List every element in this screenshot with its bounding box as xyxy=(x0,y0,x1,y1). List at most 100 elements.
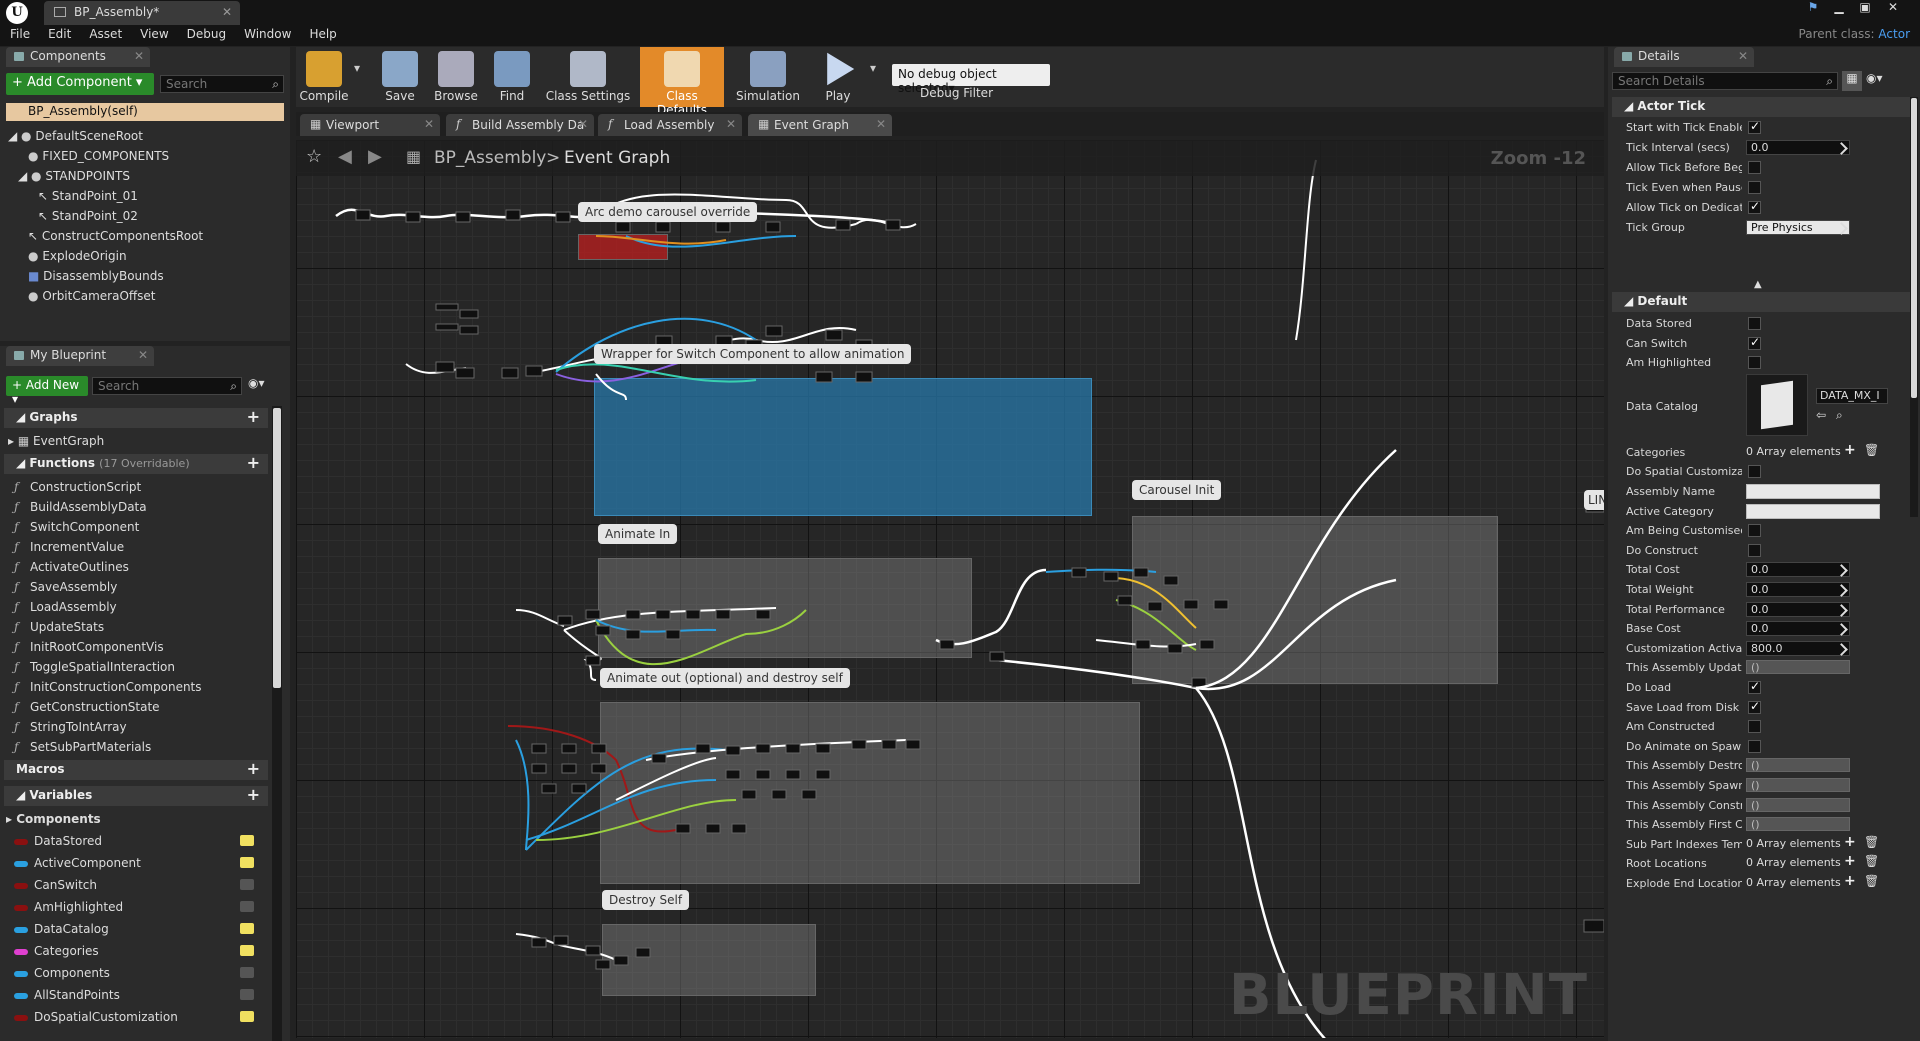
graph-node[interactable] xyxy=(541,783,557,794)
graph-node[interactable] xyxy=(655,221,671,233)
tree-item-standpoints[interactable]: ◢ ● STANDPOINTS xyxy=(18,169,130,183)
default-section[interactable]: ◢ Default xyxy=(1612,292,1916,312)
graph-node[interactable] xyxy=(531,743,547,754)
property-checkbox[interactable] xyxy=(1748,335,1761,350)
menu-view[interactable]: View xyxy=(130,25,176,41)
property-checkbox[interactable] xyxy=(1748,199,1761,214)
property-checkbox[interactable] xyxy=(1748,317,1761,330)
comment-title[interactable]: Carousel Init xyxy=(1132,480,1222,500)
graph-node[interactable] xyxy=(553,935,569,946)
graph-node[interactable] xyxy=(1583,919,1604,933)
graph-node[interactable] xyxy=(591,743,607,754)
graph-node[interactable] xyxy=(505,209,521,221)
graph-node[interactable] xyxy=(715,609,731,620)
document-tab[interactable]: BP_Assembly* ✕ xyxy=(44,1,240,25)
details-search-input[interactable]: Search Details ⌕ xyxy=(1612,72,1838,90)
compile-options-chevron-icon[interactable]: ▾ xyxy=(354,61,360,75)
function-item[interactable]: ƒ ActivateOutlines xyxy=(14,560,129,574)
browse-button[interactable]: Browse xyxy=(428,47,484,107)
add-function-icon[interactable]: + xyxy=(247,453,260,472)
variable-item[interactable]: DataCatalog xyxy=(14,922,270,936)
scrollbar-thumb[interactable] xyxy=(1911,98,1917,398)
menu-file[interactable]: File xyxy=(0,25,38,41)
parent-class-link[interactable]: Actor xyxy=(1878,27,1910,41)
close-icon[interactable]: ✕ xyxy=(876,117,886,131)
visibility-eye-icon[interactable] xyxy=(240,967,254,978)
graph-node[interactable] xyxy=(1117,595,1133,606)
variables-header[interactable]: ◢ Variables + xyxy=(4,785,268,806)
variable-item[interactable]: Components xyxy=(14,966,270,980)
graph-node[interactable] xyxy=(885,219,901,231)
visibility-eye-icon[interactable] xyxy=(240,879,254,890)
graph-node[interactable] xyxy=(741,789,757,800)
graph-node[interactable] xyxy=(905,739,921,750)
tree-item-fixed-components[interactable]: ● FIXED_COMPONENTS xyxy=(28,149,169,163)
close-icon[interactable]: ✕ xyxy=(138,348,148,362)
compile-button[interactable]: Compile xyxy=(296,47,352,107)
graph-node[interactable] xyxy=(755,769,771,780)
graph-node[interactable] xyxy=(1071,567,1087,578)
star-icon[interactable]: ☆ xyxy=(306,146,322,167)
browse-search-icon[interactable]: ⌕ xyxy=(1836,408,1843,423)
macros-header[interactable]: Macros + xyxy=(4,759,268,780)
graph-node[interactable] xyxy=(1199,639,1215,650)
property-number-field[interactable]: 0.0 xyxy=(1746,582,1850,597)
visibility-eye-icon[interactable] xyxy=(240,989,254,1000)
graph-node[interactable] xyxy=(731,823,747,834)
menu-window[interactable]: Window xyxy=(234,25,299,41)
visibility-eye-icon[interactable] xyxy=(240,945,254,956)
property-checkbox[interactable] xyxy=(1748,356,1761,370)
property-number-field[interactable]: 0.0 xyxy=(1746,601,1850,617)
menu-asset[interactable]: Asset xyxy=(79,25,130,41)
graph-node[interactable] xyxy=(585,609,601,620)
graph-node[interactable] xyxy=(815,371,833,383)
property-checkbox[interactable] xyxy=(1748,465,1761,479)
graph-node[interactable] xyxy=(835,219,851,231)
scrollbar-thumb[interactable] xyxy=(273,408,281,688)
property-checkbox[interactable] xyxy=(1748,699,1761,714)
graph-node[interactable] xyxy=(613,955,629,966)
graph-node[interactable] xyxy=(531,937,547,948)
graph-node[interactable] xyxy=(881,739,897,750)
comment-title[interactable]: Animate out (optional) and destroy self xyxy=(600,668,850,688)
graph-node[interactable] xyxy=(825,329,843,341)
add-element-icon[interactable]: + xyxy=(1844,834,1856,850)
graph-node[interactable] xyxy=(405,211,421,223)
close-icon[interactable]: ✕ xyxy=(222,5,232,19)
my-blueprint-search-input[interactable]: Search ⌕ xyxy=(92,377,242,395)
graph-node[interactable] xyxy=(459,325,479,335)
property-checkbox[interactable] xyxy=(1748,119,1761,134)
property-checkbox[interactable] xyxy=(1748,161,1761,174)
property-checkbox[interactable] xyxy=(1748,679,1761,694)
graph-node[interactable] xyxy=(525,365,543,377)
play-button[interactable]: Play xyxy=(810,47,866,107)
function-item[interactable]: ƒ InitConstructionComponents xyxy=(14,680,202,694)
property-number-field[interactable]: 0.0 xyxy=(1746,621,1850,637)
graph-node[interactable] xyxy=(815,769,831,780)
add-element-icon[interactable]: + xyxy=(1844,873,1856,889)
graph-node[interactable] xyxy=(585,655,601,666)
comment-title[interactable]: Destroy Self xyxy=(602,890,690,910)
tree-item-disassembly-bounds[interactable]: ■ DisassemblyBounds xyxy=(28,269,164,283)
graph-node[interactable] xyxy=(855,371,873,383)
components-search-input[interactable]: Search ⌕ xyxy=(160,75,284,93)
graph-node[interactable] xyxy=(685,609,701,620)
collapse-arrow-icon[interactable]: ▲ xyxy=(1754,279,1762,290)
graph-node[interactable] xyxy=(435,361,455,373)
asset-thumbnail[interactable] xyxy=(1746,373,1808,436)
tab-load-assembly[interactable]: f Load Assembly ✕ xyxy=(598,114,742,136)
trash-icon[interactable]: 🗑 xyxy=(1864,874,1879,888)
trash-icon[interactable]: 🗑 xyxy=(1864,835,1879,849)
components-tab[interactable]: Components ✕ xyxy=(6,47,150,67)
graph-node[interactable] xyxy=(715,221,731,233)
graph-node[interactable] xyxy=(725,745,741,756)
graph-node[interactable] xyxy=(1133,567,1149,578)
property-number-field[interactable]: 0.0 xyxy=(1746,562,1850,578)
graph-node[interactable] xyxy=(755,609,771,620)
graph-node[interactable] xyxy=(595,959,611,970)
variable-item[interactable]: DataStored xyxy=(14,834,270,848)
function-item[interactable]: ƒ BuildAssemblyData xyxy=(14,500,147,514)
play-options-chevron-icon[interactable]: ▾ xyxy=(870,61,876,75)
graph-node[interactable] xyxy=(455,211,471,223)
function-item[interactable]: ƒ SaveAssembly xyxy=(14,580,117,594)
